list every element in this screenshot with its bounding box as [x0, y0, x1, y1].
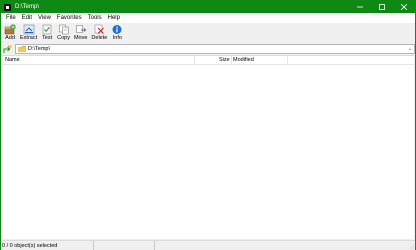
address-input[interactable]: D:\Temp\ ⌄ — [15, 44, 415, 54]
minimize-icon — [357, 6, 363, 8]
close-icon — [401, 4, 407, 10]
menu-view[interactable]: View — [35, 13, 54, 23]
column-modified[interactable]: Modified — [233, 56, 254, 65]
menu-tools[interactable]: Tools — [85, 13, 105, 23]
status-selection: 0 / 0 object(s) selected — [2, 242, 58, 249]
copy-label: Copy — [57, 35, 70, 41]
extract-label: Extract — [20, 35, 38, 41]
move-icon — [75, 25, 86, 33]
add-label: Add — [5, 35, 15, 41]
menu-help[interactable]: Help — [105, 13, 123, 23]
app-window: D:\Temp\ File Edit View Favorites Tools … — [0, 0, 416, 250]
menu-favorites[interactable]: Favorites — [54, 13, 85, 23]
folder-icon — [18, 46, 26, 52]
column-divider[interactable] — [194, 56, 195, 65]
add-icon — [4, 24, 16, 35]
status-divider — [93, 241, 94, 250]
file-list[interactable]: Name Size Modified — [2, 55, 414, 239]
window-controls — [349, 1, 415, 13]
menu-file[interactable]: File — [3, 13, 19, 23]
delete-button[interactable]: Delete — [89, 23, 109, 42]
info-label: Info — [112, 35, 122, 41]
column-name[interactable]: Name — [5, 56, 20, 65]
copy-button[interactable]: Copy — [55, 23, 72, 42]
close-button[interactable] — [393, 1, 415, 13]
info-button[interactable]: Info — [109, 23, 125, 42]
move-button[interactable]: Move — [72, 23, 89, 42]
status-bar: 0 / 0 object(s) selected — [1, 240, 415, 250]
column-divider[interactable] — [287, 56, 288, 65]
minimize-button[interactable] — [349, 1, 371, 13]
extract-button[interactable]: Extract — [18, 23, 39, 42]
up-folder-button[interactable] — [2, 44, 13, 55]
window-title: D:\Temp\ — [15, 4, 40, 10]
column-divider[interactable] — [231, 56, 232, 65]
address-path: D:\Temp\ — [28, 46, 51, 52]
address-bar: D:\Temp\ ⌄ — [1, 43, 415, 55]
test-button[interactable]: Test — [39, 23, 55, 42]
toolbar: Add Extract Test Copy Move Delete Info — [1, 23, 415, 43]
list-header: Name Size Modified — [2, 56, 414, 65]
test-label: Test — [42, 35, 53, 41]
info-icon — [112, 25, 122, 34]
copy-icon — [58, 24, 69, 35]
add-button[interactable]: Add — [2, 23, 18, 42]
column-size[interactable]: Size — [219, 56, 230, 65]
maximize-icon — [379, 4, 385, 10]
app-icon — [4, 3, 11, 11]
up-folder-icon — [3, 45, 12, 53]
extract-icon — [23, 24, 34, 35]
menu-bar: File Edit View Favorites Tools Help — [1, 13, 415, 23]
test-icon — [42, 24, 52, 35]
status-divider — [154, 241, 155, 250]
title-bar: D:\Temp\ — [1, 1, 415, 13]
move-label: Move — [73, 35, 88, 41]
maximize-button[interactable] — [371, 1, 393, 13]
delete-label: Delete — [91, 35, 108, 41]
delete-icon — [95, 24, 105, 34]
menu-edit[interactable]: Edit — [19, 13, 35, 23]
chevron-down-icon[interactable]: ⌄ — [408, 46, 412, 52]
resize-grip-icon[interactable] — [409, 244, 414, 249]
